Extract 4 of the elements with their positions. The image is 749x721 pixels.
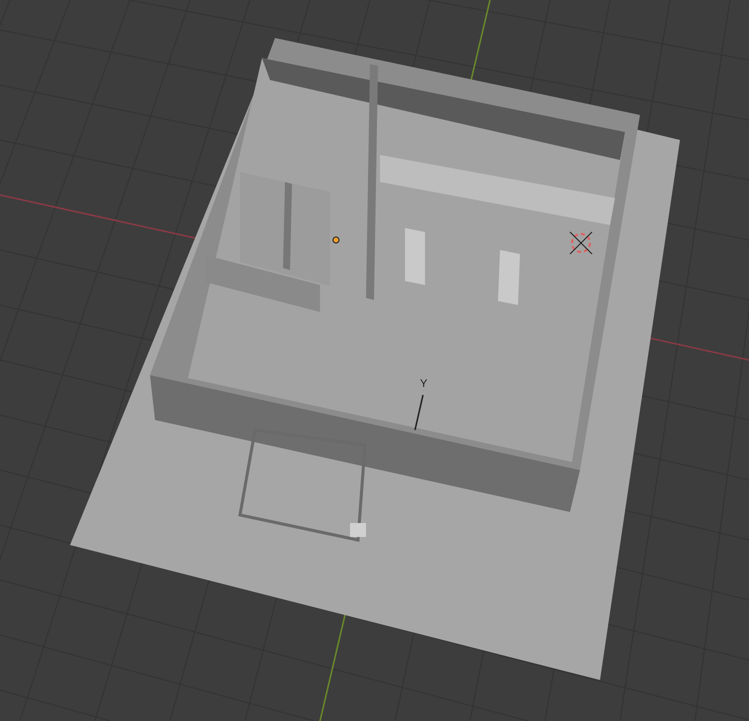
- axis-line: [414, 394, 424, 430]
- axis-label: Y: [420, 379, 428, 390]
- origin-dot-icon: [332, 236, 340, 244]
- 3d-cursor-icon: [570, 232, 592, 254]
